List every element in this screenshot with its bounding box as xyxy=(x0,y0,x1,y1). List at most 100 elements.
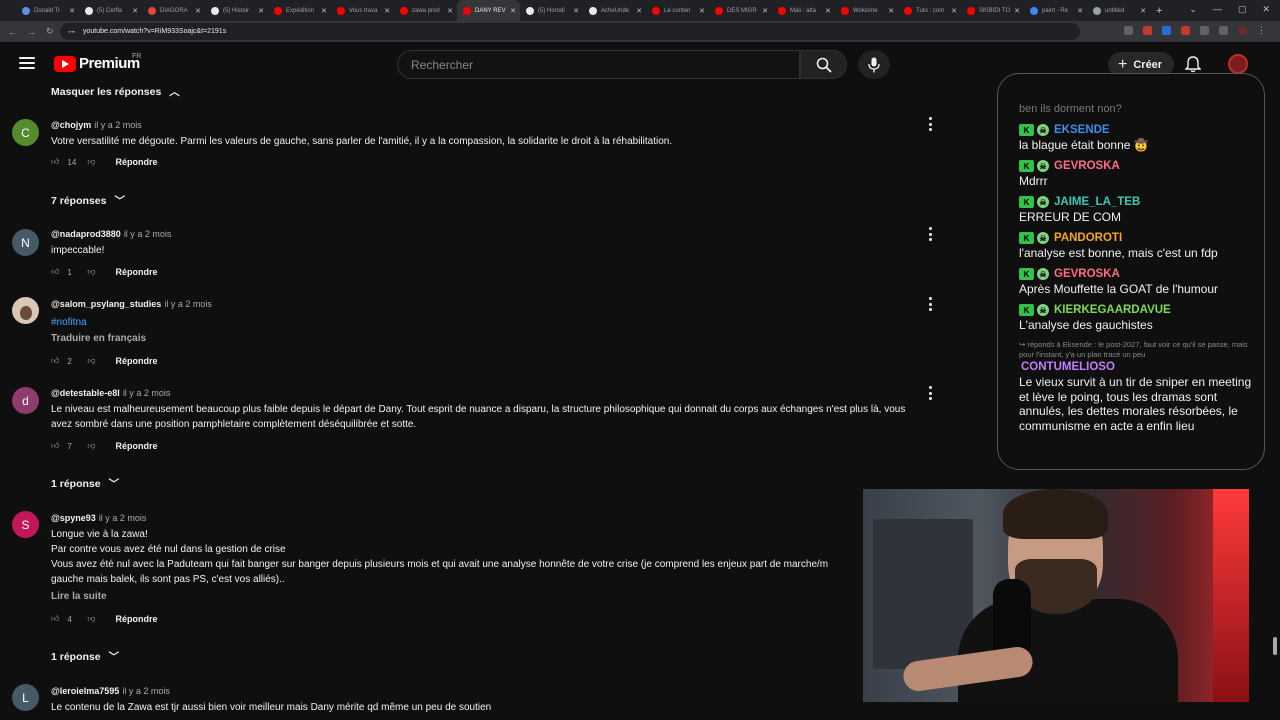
tab-close-icon[interactable]: ✕ xyxy=(258,7,264,15)
browser-tab[interactable]: paint - Re ✕ xyxy=(1024,0,1087,21)
browser-tab[interactable]: (5) Histoir ✕ xyxy=(205,0,268,21)
tab-close-icon[interactable]: ✕ xyxy=(132,7,138,15)
reply-button[interactable]: Répondre xyxy=(116,441,158,451)
read-more-link[interactable]: Lire la suite xyxy=(51,591,107,602)
browser-tab[interactable]: DES MIGR ✕ xyxy=(709,0,772,21)
more-options-icon[interactable] xyxy=(929,386,933,400)
profile-icon[interactable] xyxy=(1238,26,1247,35)
comment-avatar[interactable]: C xyxy=(12,119,39,146)
comment-time[interactable]: il y a 2 mois xyxy=(94,120,142,130)
replies-toggle-1[interactable]: 1 réponse ﹀ xyxy=(51,476,119,491)
comment-author[interactable]: @spyne93 xyxy=(51,513,96,523)
tab-close-icon[interactable]: ✕ xyxy=(1140,7,1146,15)
comment-author[interactable]: @detestable-e8l xyxy=(51,388,120,398)
youtube-logo[interactable]: Premium xyxy=(54,55,140,72)
browser-tab[interactable]: Expédition ✕ xyxy=(268,0,331,21)
thumb-down-icon[interactable]: 👎︎ xyxy=(87,614,95,624)
comment-author[interactable]: @leroielma7595 xyxy=(51,686,119,696)
tab-close-icon[interactable]: ✕ xyxy=(510,7,516,15)
tab-close-icon[interactable]: ✕ xyxy=(384,7,390,15)
comment-avatar[interactable] xyxy=(12,297,39,324)
scrollbar-thumb[interactable] xyxy=(1273,637,1277,655)
tab-close-icon[interactable]: ✕ xyxy=(447,7,453,15)
reply-button[interactable]: Répondre xyxy=(116,267,158,277)
tab-close-icon[interactable]: ✕ xyxy=(321,7,327,15)
browser-tab[interactable]: zawa prod ✕ xyxy=(394,0,457,21)
comment-author[interactable]: @salom_psylang_studies xyxy=(51,299,161,309)
comment-time[interactable]: il y a 2 mois xyxy=(124,229,172,239)
thumb-up-icon[interactable]: 👍︎ xyxy=(51,157,59,167)
browser-tab[interactable]: Mali : atta ✕ xyxy=(772,0,835,21)
comment-time[interactable]: il y a 2 mois xyxy=(123,388,171,398)
extension-icon[interactable] xyxy=(1181,26,1190,35)
hide-replies-button[interactable]: Masquer les réponses ︿ xyxy=(51,84,180,99)
voice-search-button[interactable] xyxy=(858,50,890,79)
thumb-down-icon[interactable]: 👎︎ xyxy=(87,267,95,277)
tab-close-icon[interactable]: ✕ xyxy=(69,7,75,15)
replies-toggle-7[interactable]: 7 réponses ﹀ xyxy=(51,193,125,208)
comment-avatar[interactable]: L xyxy=(12,684,39,711)
browser-tab[interactable]: Donald Tr ✕ xyxy=(16,0,79,21)
comment-author[interactable]: @chojym xyxy=(51,120,91,130)
browser-tab[interactable]: Le conten ✕ xyxy=(646,0,709,21)
extension-icon[interactable] xyxy=(1162,26,1171,35)
extension-icon[interactable] xyxy=(1143,26,1152,35)
reply-button[interactable]: Répondre xyxy=(116,356,158,366)
reload-icon[interactable]: ↻ xyxy=(46,26,54,37)
search-input[interactable]: Rechercher xyxy=(397,50,800,79)
account-avatar[interactable] xyxy=(1228,54,1248,74)
search-button[interactable] xyxy=(800,50,847,79)
thumb-down-icon[interactable]: 👎︎ xyxy=(87,441,95,451)
comment-author[interactable]: @nadaprod3880 xyxy=(51,229,121,239)
hashtag-link[interactable]: #nofitna xyxy=(51,317,87,328)
back-icon[interactable]: ← xyxy=(8,27,17,37)
tab-close-icon[interactable]: ✕ xyxy=(195,7,201,15)
forward-icon[interactable]: → xyxy=(27,27,36,37)
thumb-up-icon[interactable]: 👍︎ xyxy=(51,441,59,451)
close-icon[interactable]: ✕ xyxy=(1262,4,1270,15)
tab-close-icon[interactable]: ✕ xyxy=(762,7,768,15)
thumb-down-icon[interactable]: 👎︎ xyxy=(87,356,95,366)
tab-close-icon[interactable]: ✕ xyxy=(636,7,642,15)
browser-tab[interactable]: Wokisme ✕ xyxy=(835,0,898,21)
menu-icon[interactable]: ⋮ xyxy=(1257,26,1266,35)
extension-icon[interactable] xyxy=(1200,26,1209,35)
browser-tab[interactable]: DANY REV ✕ xyxy=(457,0,520,21)
tab-close-icon[interactable]: ✕ xyxy=(1014,7,1020,15)
tab-close-icon[interactable]: ✕ xyxy=(1077,7,1083,15)
site-info-icon[interactable]: ⊶ xyxy=(68,28,75,36)
comment-avatar[interactable]: d xyxy=(12,387,39,414)
browser-tab[interactable]: DIAGORA ✕ xyxy=(142,0,205,21)
browser-tab[interactable]: (5) Cerfla ✕ xyxy=(79,0,142,21)
browser-tab[interactable]: (5) Horodi ✕ xyxy=(520,0,583,21)
new-tab-icon[interactable]: + xyxy=(1156,5,1162,17)
reply-button[interactable]: Répondre xyxy=(116,157,158,167)
thumb-up-icon[interactable]: 👍︎ xyxy=(51,267,59,277)
browser-tab[interactable]: SKIBIDI TO ✕ xyxy=(961,0,1024,21)
tab-close-icon[interactable]: ✕ xyxy=(699,7,705,15)
comment-time[interactable]: il y a 2 mois xyxy=(164,299,212,309)
url-field[interactable]: ⊶ youtube.com/watch?v=RiM933Soajc&t=2191… xyxy=(60,23,1080,40)
more-options-icon[interactable] xyxy=(929,227,933,241)
thumb-down-icon[interactable]: 👎︎ xyxy=(87,157,95,167)
comment-avatar[interactable]: N xyxy=(12,229,39,256)
translate-link[interactable]: Traduire en français xyxy=(51,333,146,344)
comment-time[interactable]: il y a 2 mois xyxy=(99,513,147,523)
comment-time[interactable]: il y a 2 mois xyxy=(122,686,170,696)
thumb-up-icon[interactable]: 👍︎ xyxy=(51,356,59,366)
bell-icon[interactable] xyxy=(1185,56,1201,73)
browser-tab[interactable]: Vous trava ✕ xyxy=(331,0,394,21)
tab-close-icon[interactable]: ✕ xyxy=(825,7,831,15)
chevron-down-icon[interactable]: ⌄ xyxy=(1189,4,1197,15)
thumb-up-icon[interactable]: 👍︎ xyxy=(51,614,59,624)
tab-close-icon[interactable]: ✕ xyxy=(888,7,894,15)
reply-button[interactable]: Répondre xyxy=(116,614,158,624)
minimize-icon[interactable]: — xyxy=(1213,4,1222,15)
browser-tab[interactable]: Tuto : com ✕ xyxy=(898,0,961,21)
comment-avatar[interactable]: S xyxy=(12,511,39,538)
more-options-icon[interactable] xyxy=(929,117,933,131)
tab-close-icon[interactable]: ✕ xyxy=(951,7,957,15)
more-options-icon[interactable] xyxy=(929,297,933,311)
maximize-icon[interactable]: ▢ xyxy=(1238,4,1247,15)
tab-close-icon[interactable]: ✕ xyxy=(573,7,579,15)
